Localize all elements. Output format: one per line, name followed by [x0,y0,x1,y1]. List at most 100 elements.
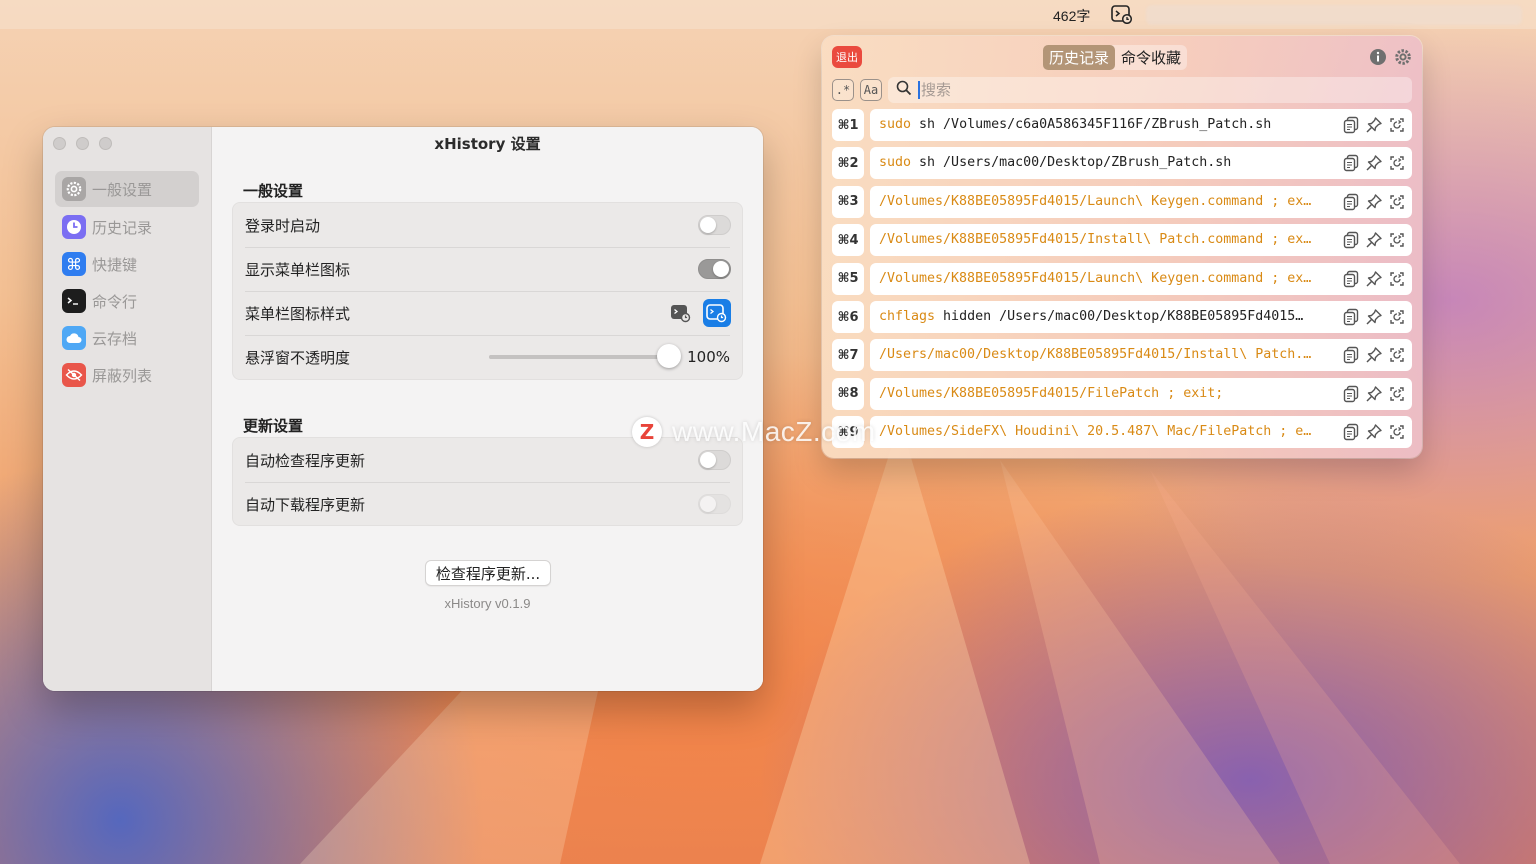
history-row[interactable]: ⌘4/Volumes/K88BE05895Fd4015/Install\ Pat… [832,224,1412,257]
general-settings-group: 登录时启动 显示菜单栏图标 菜单栏图标样式 悬浮窗不透明度 100% [232,202,743,380]
gear-icon[interactable] [1394,48,1412,66]
pin-icon[interactable] [1365,115,1383,135]
row-actions [1342,422,1406,442]
cloud-icon [62,326,86,350]
command-text: /Users/mac00/Desktop/K88BE05895Fd4015/In… [879,339,1329,371]
run-in-terminal-icon[interactable] [1388,384,1406,404]
tab-favorites[interactable]: 命令收藏 [1115,45,1187,70]
menubar-extras-blurred [1146,5,1522,25]
menubar-icon-style-row: 菜单栏图标样式 [233,291,742,335]
command-keyword: /Volumes/K88BE05895Fd4015/Launch\ Keygen… [879,270,1312,286]
command-entry[interactable]: /Volumes/K88BE05895Fd4015/Launch\ Keygen… [870,262,1412,295]
sidebar-item-blocklist[interactable]: 屏蔽列表 [55,357,199,393]
word-count-label[interactable]: 462字 [1053,6,1090,26]
general-section-title: 一般设置 [243,182,304,200]
history-row[interactable]: ⌘8/Volumes/K88BE05895Fd4015/FilePatch ; … [832,377,1412,410]
close-window-button[interactable] [53,137,66,150]
opacity-slider-knob[interactable] [657,344,681,368]
zoom-window-button[interactable] [99,137,112,150]
sidebar-item-terminal[interactable]: 命令行 [55,283,199,319]
row-actions [1342,230,1406,250]
auto-check-toggle[interactable] [698,450,731,470]
history-row[interactable]: ⌘2 sudo sh /Users/mac00/Desktop/ZBrush_Pa… [832,147,1412,180]
tab-history[interactable]: 历史记录 [1043,45,1116,70]
case-sensitive-button[interactable]: Aa [860,79,882,101]
run-in-terminal-icon[interactable] [1388,153,1406,173]
pin-icon[interactable] [1365,192,1383,212]
pin-icon[interactable] [1365,384,1383,404]
history-row[interactable]: ⌘1 sudo sh /Volumes/c6a0A586345F116F/ZBru… [832,109,1412,141]
command-keyword: /Volumes/SideFX\ Houdini\ 20.5.487\ Mac/… [879,424,1312,440]
sidebar-item-cloud[interactable]: 云存档 [55,320,199,356]
opacity-value: 100% [687,348,730,366]
auto-download-row: 自动下载程序更新 [233,482,742,526]
command-keyword: /Volumes/K88BE05895Fd4015/Launch\ Keygen… [879,193,1312,209]
shortcut-key-badge: ⌘3 [832,185,864,218]
window-controls [53,137,112,150]
run-in-terminal-icon[interactable] [1388,345,1406,365]
command-text: /Volumes/SideFX\ Houdini\ 20.5.487\ Mac/… [879,416,1329,448]
command-keyword: /Volumes/K88BE05895Fd4015/FilePatch ; ex… [879,385,1224,401]
sidebar-item-label: 一般设置 [92,180,153,199]
launch-at-login-row: 登录时启动 [233,203,742,247]
check-updates-button[interactable]: 检查程序更新... [425,560,551,586]
info-icon[interactable] [1369,48,1387,66]
copy-icon[interactable] [1342,269,1360,289]
history-row[interactable]: ⌘6 chflags hidden /Users/mac00/Desktop/K8… [832,301,1412,333]
copy-icon[interactable] [1342,230,1360,250]
history-row[interactable]: ⌘7/Users/mac00/Desktop/K88BE05895Fd4015/… [832,339,1412,372]
pin-icon[interactable] [1365,153,1383,173]
icon-style-outline-option[interactable] [703,299,731,327]
command-entry[interactable]: /Volumes/K88BE05895Fd4015/FilePatch ; ex… [870,377,1412,410]
opacity-slider-track[interactable] [489,355,669,359]
pin-icon[interactable] [1365,345,1383,365]
sidebar-item-shortcuts[interactable]: ⌘ 快捷键 [55,246,199,282]
command-text: chflags hidden /Users/mac00/Desktop/K88B… [879,301,1329,333]
run-in-terminal-icon[interactable] [1388,115,1406,135]
pin-icon[interactable] [1365,307,1383,327]
copy-icon[interactable] [1342,422,1360,442]
auto-download-toggle[interactable] [698,494,731,514]
run-in-terminal-icon[interactable] [1388,269,1406,289]
sidebar-item-history[interactable]: 历史记录 [55,209,199,245]
history-row[interactable]: ⌘5/Volumes/K88BE05895Fd4015/Launch\ Keyg… [832,262,1412,295]
copy-icon[interactable] [1342,115,1360,135]
auto-download-label: 自动下载程序更新 [245,495,366,514]
gear-icon [62,177,86,201]
pin-icon[interactable] [1365,269,1383,289]
command-entry[interactable]: sudo sh /Volumes/c6a0A586345F116F/ZBrush… [870,109,1412,141]
copy-icon[interactable] [1342,307,1360,327]
command-entry[interactable]: chflags hidden /Users/mac00/Desktop/K88B… [870,301,1412,333]
command-entry[interactable]: /Users/mac00/Desktop/K88BE05895Fd4015/In… [870,339,1412,372]
copy-icon[interactable] [1342,153,1360,173]
copy-icon[interactable] [1342,384,1360,404]
row-actions [1342,153,1406,173]
update-section-title: 更新设置 [243,417,304,435]
command-entry[interactable]: /Volumes/K88BE05895Fd4015/Install\ Patch… [870,224,1412,257]
command-keyword: chflags [879,309,936,324]
run-in-terminal-icon[interactable] [1388,192,1406,212]
command-entry[interactable]: /Volumes/SideFX\ Houdini\ 20.5.487\ Mac/… [870,416,1412,449]
run-in-terminal-icon[interactable] [1388,230,1406,250]
history-row[interactable]: ⌘9/Volumes/SideFX\ Houdini\ 20.5.487\ Ma… [832,416,1412,449]
history-row[interactable]: ⌘3/Volumes/K88BE05895Fd4015/Launch\ Keyg… [832,185,1412,218]
command-entry[interactable]: /Volumes/K88BE05895Fd4015/Launch\ Keygen… [870,185,1412,218]
copy-icon[interactable] [1342,192,1360,212]
regex-filter-button[interactable]: .* [832,79,854,101]
launch-at-login-label: 登录时启动 [245,216,321,235]
search-input[interactable] [921,81,1391,99]
pin-icon[interactable] [1365,422,1383,442]
pin-icon[interactable] [1365,230,1383,250]
minimize-window-button[interactable] [76,137,89,150]
run-in-terminal-icon[interactable] [1388,422,1406,442]
row-actions [1342,384,1406,404]
command-entry[interactable]: sudo sh /Users/mac00/Desktop/ZBrush_Patc… [870,147,1412,180]
launch-at-login-toggle[interactable] [698,215,731,235]
copy-icon[interactable] [1342,345,1360,365]
exit-button[interactable]: 退出 [832,46,862,68]
sidebar-item-general[interactable]: 一般设置 [55,171,199,207]
run-in-terminal-icon[interactable] [1388,307,1406,327]
icon-style-dark-option[interactable] [667,299,695,327]
show-menubar-icon-toggle[interactable] [698,259,731,279]
history-terminal-icon[interactable] [1111,4,1133,25]
